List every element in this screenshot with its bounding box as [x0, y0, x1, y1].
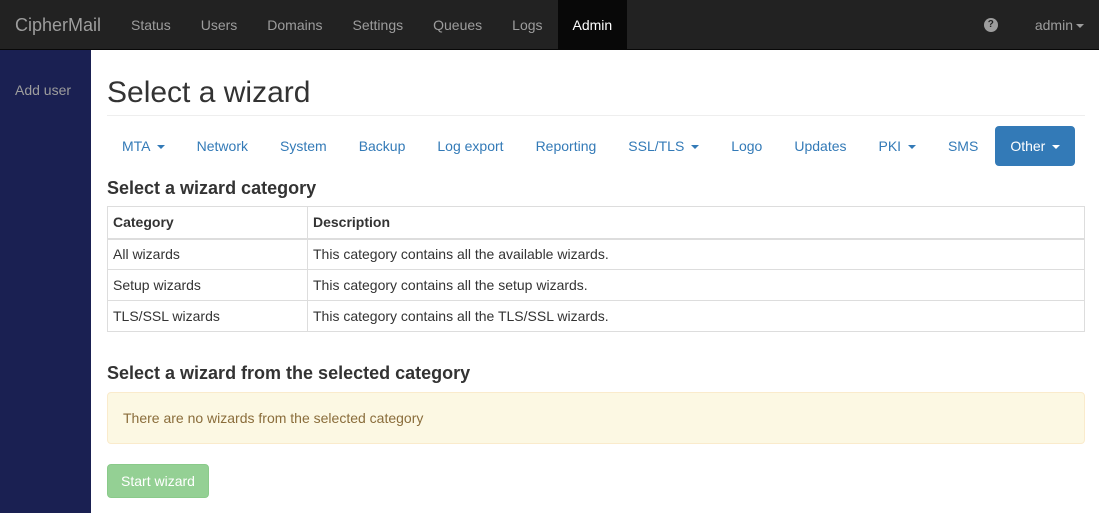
description-cell[interactable]: This category contains all the available…: [307, 238, 1085, 270]
page-title: Select a wizard: [107, 76, 311, 109]
table-row[interactable]: Setup wizards This category contains all…: [107, 269, 1085, 301]
pill-other[interactable]: Other: [995, 126, 1076, 166]
sidebar-item-add-user[interactable]: Add user: [15, 82, 71, 98]
caret-down-icon: [1052, 145, 1061, 150]
pill-logo[interactable]: Logo: [716, 126, 777, 166]
pill-sms[interactable]: SMS: [933, 126, 993, 166]
pill-label: SSL/TLS: [628, 138, 685, 154]
caret-down-icon: [1076, 24, 1084, 29]
pill-log-export[interactable]: Log export: [422, 126, 518, 166]
nav-item-admin[interactable]: Admin: [557, 0, 628, 50]
nav-right: ? admin: [983, 0, 1099, 50]
pill-ssl-tls[interactable]: SSL/TLS: [613, 126, 714, 166]
table-row[interactable]: TLS/SSL wizards This category contains a…: [107, 300, 1085, 332]
title-divider: [107, 115, 1085, 116]
description-cell[interactable]: This category contains all the setup wiz…: [307, 269, 1085, 301]
nav-item-queues[interactable]: Queues: [418, 0, 497, 50]
caret-down-icon: [156, 145, 165, 150]
nav-item-status[interactable]: Status: [116, 0, 186, 50]
description-cell[interactable]: This category contains all the TLS/SSL w…: [307, 300, 1085, 332]
category-heading: Select a wizard category: [107, 178, 317, 198]
wizard-heading: Select a wizard from the selected catego…: [107, 363, 471, 383]
question-circle-icon[interactable]: ?: [983, 18, 998, 32]
pill-label: MTA: [122, 138, 150, 154]
nav-item-domains[interactable]: Domains: [252, 0, 337, 50]
table-header-row: Category Description: [107, 206, 1085, 240]
category-cell[interactable]: Setup wizards: [107, 269, 308, 301]
pill-backup[interactable]: Backup: [344, 126, 421, 166]
column-header: Category: [107, 206, 308, 240]
pill-reporting[interactable]: Reporting: [521, 126, 612, 166]
no-wizards-alert: There are no wizards from the selected c…: [107, 392, 1085, 444]
user-menu-label: admin: [1034, 17, 1073, 33]
nav-item-logs[interactable]: Logs: [497, 0, 557, 50]
category-cell[interactable]: All wizards: [107, 238, 308, 270]
nav-item-settings[interactable]: Settings: [338, 0, 419, 50]
category-cell[interactable]: TLS/SSL wizards: [107, 300, 308, 332]
pill-mta[interactable]: MTA: [107, 126, 180, 166]
pill-label: PKI: [878, 138, 902, 154]
pill-updates[interactable]: Updates: [779, 126, 861, 166]
caret-down-icon: [907, 145, 916, 150]
table-row[interactable]: All wizards This category contains all t…: [107, 238, 1085, 270]
brand-logo[interactable]: CipherMail: [15, 0, 101, 50]
main-nav: Status Users Domains Settings Queues Log…: [116, 0, 628, 50]
caret-down-icon: [691, 145, 700, 150]
sidebar: Add user: [0, 50, 91, 513]
pill-label: Other: [1010, 138, 1046, 154]
start-wizard-button[interactable]: Start wizard: [107, 464, 209, 498]
category-table: Category Description All wizards This ca…: [107, 206, 1085, 332]
top-navbar: CipherMail Status Users Domains Settings…: [0, 0, 1099, 50]
pill-network[interactable]: Network: [182, 126, 263, 166]
user-menu[interactable]: admin: [1021, 0, 1099, 50]
pill-pki[interactable]: PKI: [864, 126, 931, 166]
nav-item-users[interactable]: Users: [186, 0, 253, 50]
wizard-type-pills: MTA Network System Backup Log export Rep…: [107, 126, 1077, 166]
pill-system[interactable]: System: [265, 126, 342, 166]
column-header: Description: [307, 206, 1085, 240]
